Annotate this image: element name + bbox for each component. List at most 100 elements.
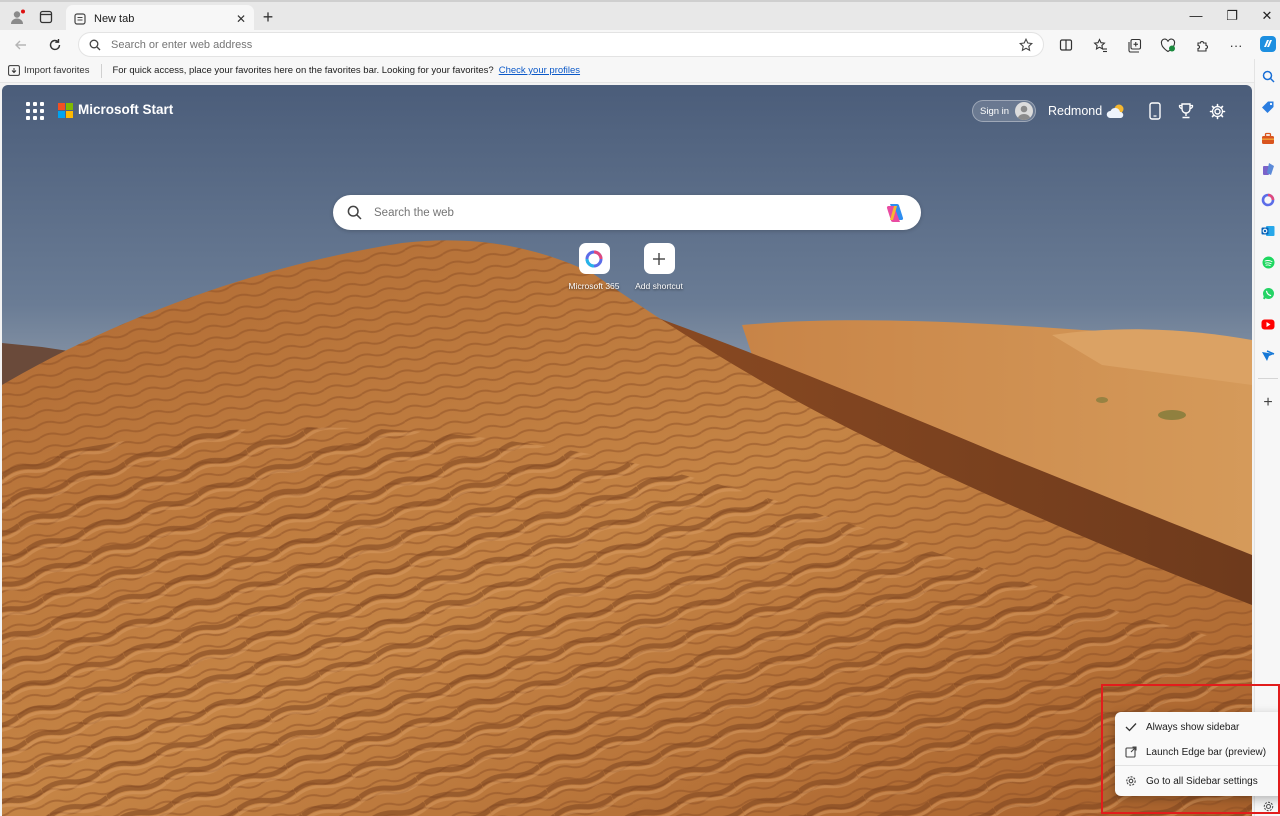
weather-cloud-icon[interactable] bbox=[1106, 100, 1128, 122]
address-input[interactable] bbox=[111, 38, 1019, 51]
shopping-tag-icon bbox=[1262, 101, 1274, 113]
sidebar-item-youtube[interactable] bbox=[1260, 316, 1276, 332]
brand-title[interactable]: Microsoft Start bbox=[78, 102, 173, 117]
start-header: Microsoft Start Sign in Redmond bbox=[2, 85, 1252, 137]
import-icon bbox=[8, 65, 20, 76]
tab-new-tab[interactable]: New tab ✕ bbox=[66, 5, 254, 32]
sidebar-settings-button[interactable] bbox=[1260, 798, 1276, 814]
back-arrow-icon bbox=[15, 40, 26, 50]
tab-strip: New tab ✕ + — ❐ ✕ bbox=[0, 0, 1280, 32]
designer-icon bbox=[1262, 349, 1275, 361]
sidebar-add-button[interactable]: + bbox=[1260, 394, 1276, 411]
app-launcher-icon[interactable] bbox=[26, 102, 44, 120]
sidebar-item-spotify[interactable] bbox=[1260, 254, 1276, 270]
split-screen-button[interactable] bbox=[1057, 36, 1075, 54]
favorites-message: For quick access, place your favorites h… bbox=[112, 65, 494, 76]
gear-icon bbox=[1263, 801, 1273, 811]
import-favorites-button[interactable]: Import favorites bbox=[8, 65, 89, 76]
sidebar-item-search[interactable] bbox=[1260, 68, 1276, 84]
sidebar-item-games[interactable] bbox=[1260, 161, 1276, 177]
tab-close-icon[interactable]: ✕ bbox=[236, 12, 246, 26]
favorite-star-icon[interactable] bbox=[1019, 37, 1033, 52]
sidebar-item-shopping[interactable] bbox=[1260, 99, 1276, 115]
web-search-box[interactable] bbox=[333, 195, 921, 230]
new-tab-page: Microsoft Start Sign in Redmond Search t… bbox=[2, 85, 1252, 816]
copilot-button[interactable] bbox=[1258, 34, 1278, 54]
copilot-icon[interactable] bbox=[883, 201, 907, 225]
collections-button[interactable] bbox=[1125, 36, 1143, 54]
avatar-icon bbox=[1015, 102, 1033, 120]
sign-in-button[interactable]: Sign in bbox=[972, 100, 1036, 122]
menu-item-always-show-sidebar[interactable]: Always show sidebar bbox=[1115, 715, 1280, 739]
menu-item-label: Go to all Sidebar settings bbox=[1146, 775, 1258, 787]
profile-button[interactable] bbox=[4, 5, 32, 29]
shortcut-tile bbox=[643, 243, 675, 274]
profile-icon bbox=[11, 9, 25, 24]
spotify-icon bbox=[1262, 256, 1274, 268]
shortcut-microsoft-365[interactable]: Microsoft 365 bbox=[561, 243, 627, 291]
navigation-toolbar: ··· bbox=[0, 30, 1280, 59]
search-icon bbox=[89, 39, 101, 50]
weather-location[interactable]: Redmond bbox=[1048, 104, 1102, 118]
more-options-button[interactable]: ··· bbox=[1227, 36, 1245, 54]
shortcut-label: Add shortcut bbox=[635, 281, 683, 291]
checkmark-icon bbox=[1124, 721, 1137, 734]
phone-icon bbox=[1149, 102, 1161, 120]
mobile-app-button[interactable] bbox=[1144, 100, 1166, 122]
microsoft-logo-icon bbox=[58, 103, 73, 118]
browser-essentials-button[interactable] bbox=[1159, 36, 1177, 54]
toolbox-icon bbox=[1262, 132, 1274, 144]
whatsapp-icon bbox=[1262, 287, 1274, 299]
menu-item-launch-edge-bar[interactable]: Launch Edge bar (preview) bbox=[1115, 740, 1280, 764]
rewards-button[interactable] bbox=[1175, 100, 1197, 122]
plus-icon bbox=[653, 252, 665, 265]
extensions-button[interactable] bbox=[1193, 36, 1211, 54]
tab-title: New tab bbox=[94, 12, 135, 25]
sidebar-item-microsoft-365[interactable] bbox=[1260, 192, 1276, 208]
sidebar-item-tools[interactable] bbox=[1260, 130, 1276, 146]
shortcut-add[interactable]: Add shortcut bbox=[626, 243, 692, 291]
menu-item-label: Launch Edge bar (preview) bbox=[1146, 746, 1267, 758]
microsoft-365-icon bbox=[1261, 193, 1275, 207]
youtube-icon bbox=[1261, 319, 1275, 329]
search-icon bbox=[347, 205, 362, 220]
plus-icon: + bbox=[262, 6, 274, 27]
shortcut-label: Microsoft 365 bbox=[568, 281, 620, 291]
restore-button[interactable]: ❐ bbox=[1222, 8, 1242, 24]
menu-divider bbox=[1115, 765, 1280, 766]
gear-icon bbox=[1124, 775, 1137, 788]
sidebar-item-whatsapp[interactable] bbox=[1260, 285, 1276, 301]
web-search-input[interactable] bbox=[374, 206, 883, 219]
gear-icon bbox=[1209, 103, 1225, 119]
tab-actions-button[interactable] bbox=[32, 5, 60, 29]
ellipsis-icon: ··· bbox=[1229, 37, 1243, 53]
tab-actions-icon bbox=[39, 10, 53, 24]
page-settings-button[interactable] bbox=[1206, 100, 1228, 122]
sidebar-item-designer[interactable] bbox=[1260, 347, 1276, 363]
puzzle-icon bbox=[1196, 40, 1208, 52]
menu-item-sidebar-settings[interactable]: Go to all Sidebar settings bbox=[1115, 769, 1280, 793]
sidebar-divider bbox=[1258, 378, 1278, 379]
shortcut-tile bbox=[578, 243, 610, 274]
split-screen-icon bbox=[1059, 39, 1073, 51]
favorites-button[interactable] bbox=[1091, 36, 1109, 54]
address-bar[interactable] bbox=[78, 32, 1044, 57]
sidebar-item-outlook[interactable] bbox=[1260, 223, 1276, 239]
favorites-icon bbox=[1092, 37, 1107, 52]
microsoft-365-icon bbox=[585, 250, 603, 267]
new-tab-page-icon bbox=[74, 12, 86, 25]
new-tab-button[interactable]: + bbox=[254, 5, 282, 29]
refresh-button[interactable] bbox=[44, 34, 66, 56]
refresh-icon bbox=[49, 39, 61, 51]
minimize-button[interactable]: — bbox=[1186, 8, 1206, 23]
menu-item-label: Always show sidebar bbox=[1146, 721, 1240, 733]
sign-in-label: Sign in bbox=[980, 105, 1010, 117]
trophy-icon bbox=[1178, 103, 1194, 119]
favorites-divider bbox=[101, 63, 103, 78]
close-window-button[interactable]: ✕ bbox=[1257, 8, 1277, 24]
favorites-bar: Import favorites For quick access, place… bbox=[0, 59, 1254, 83]
check-profiles-link[interactable]: Check your profiles bbox=[499, 65, 580, 76]
copilot-icon bbox=[1260, 36, 1276, 52]
back-button[interactable] bbox=[10, 34, 32, 56]
external-link-icon bbox=[1124, 746, 1137, 759]
